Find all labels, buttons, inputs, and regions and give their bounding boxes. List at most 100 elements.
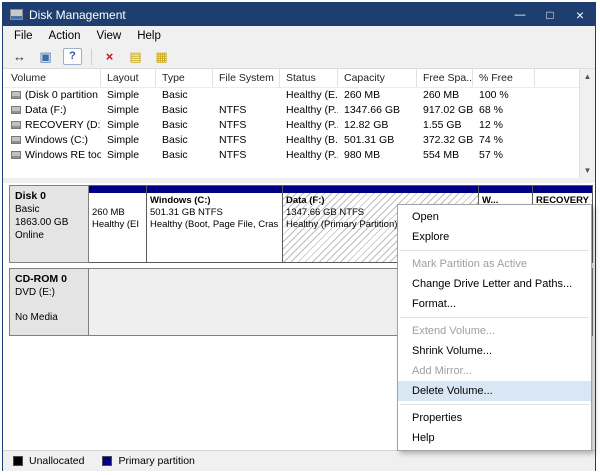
partition-size: 260 MB	[92, 207, 143, 219]
primary-partition-strip	[283, 186, 478, 193]
context-menu-add-mirror: Add Mirror...	[398, 361, 591, 381]
volume-file-system: NTFS	[213, 149, 280, 161]
volume-type: Basic	[156, 119, 213, 131]
context-menu-properties[interactable]: Properties	[398, 408, 591, 428]
volume-layout: Simple	[101, 104, 156, 116]
column-header-volume[interactable]: Volume	[3, 69, 101, 87]
volume-free-space: 1.55 GB	[417, 119, 473, 131]
help-icon[interactable]: ?	[63, 48, 82, 65]
volume-file-system: NTFS	[213, 104, 280, 116]
partition-efi[interactable]: 260 MB Healthy (EI	[89, 185, 147, 263]
volume-capacity: 980 MB	[338, 149, 417, 161]
volume-pct-free: 68 %	[473, 104, 535, 116]
disk-type: Basic	[15, 203, 83, 216]
volume-name: Data (F:)	[25, 104, 66, 116]
column-header-file-system[interactable]: File System	[213, 69, 280, 87]
volume-pct-free: 100 %	[473, 89, 535, 101]
column-header-capacity[interactable]: Capacity	[338, 69, 417, 87]
maximize-button[interactable]: □	[535, 3, 565, 26]
volume-icon	[11, 106, 21, 114]
volume-file-system: NTFS	[213, 119, 280, 131]
context-menu-extend-volume: Extend Volume...	[398, 321, 591, 341]
unallocated-swatch	[13, 456, 23, 466]
column-header-pct-free[interactable]: % Free	[473, 69, 535, 87]
context-menu: Open Explore Mark Partition as Active Ch…	[397, 204, 592, 451]
context-menu-format[interactable]: Format...	[398, 294, 591, 314]
volume-status: Healthy (B...	[280, 134, 338, 146]
volume-type: Basic	[156, 89, 213, 101]
open-folder-icon[interactable]: ▤	[127, 48, 144, 65]
properties-window-icon[interactable]: ▣	[37, 48, 54, 65]
table-row[interactable]: RECOVERY (D:) Simple Basic NTFS Healthy …	[3, 117, 580, 132]
partition-status: Healthy (EI	[92, 219, 143, 231]
volume-file-system: NTFS	[213, 134, 280, 146]
volume-name: Windows RE tools	[25, 149, 101, 161]
column-header-status[interactable]: Status	[280, 69, 338, 87]
volume-name: Windows (C:)	[25, 134, 88, 146]
volume-type: Basic	[156, 134, 213, 146]
primary-partition-strip	[533, 186, 592, 193]
volume-layout: Simple	[101, 119, 156, 131]
toolbar-separator	[91, 49, 92, 65]
partition-status: Healthy (Boot, Page File, Cras	[150, 219, 279, 231]
table-row[interactable]: (Disk 0 partition 1) Simple Basic Health…	[3, 87, 580, 102]
column-header-filler	[535, 69, 580, 87]
volume-layout: Simple	[101, 149, 156, 161]
menubar: File Action View Help	[3, 26, 595, 45]
volume-free-space: 372.32 GB	[417, 134, 473, 146]
table-row[interactable]: Windows (C:) Simple Basic NTFS Healthy (…	[3, 132, 580, 147]
volume-icon	[11, 136, 21, 144]
context-menu-explore[interactable]: Explore	[398, 227, 591, 247]
primary-partition-swatch	[102, 456, 112, 466]
context-menu-open[interactable]: Open	[398, 207, 591, 227]
menu-separator	[400, 317, 589, 318]
volume-status: Healthy (E...	[280, 89, 338, 101]
volume-status: Healthy (P...	[280, 104, 338, 116]
cd-rom-drive: DVD (E:)	[15, 286, 83, 299]
primary-partition-strip	[89, 186, 146, 193]
context-menu-delete-volume[interactable]: Delete Volume...	[398, 381, 591, 401]
disk-0-info-panel[interactable]: Disk 0 Basic 1863.00 GB Online	[9, 185, 89, 263]
primary-partition-strip	[147, 186, 282, 193]
partition-title	[92, 195, 143, 207]
scroll-up-icon[interactable]: ▲	[580, 69, 595, 84]
menu-help[interactable]: Help	[129, 28, 169, 44]
column-header-layout[interactable]: Layout	[101, 69, 156, 87]
titlebar: Disk Management — □ ×	[3, 3, 595, 26]
back-forward-icon[interactable]: ↔	[11, 48, 28, 65]
disk-status: Online	[15, 229, 83, 242]
context-menu-shrink-volume[interactable]: Shrink Volume...	[398, 341, 591, 361]
context-menu-change-drive-letter[interactable]: Change Drive Letter and Paths...	[398, 274, 591, 294]
views-icon[interactable]: ▦	[153, 48, 170, 65]
volume-pct-free: 57 %	[473, 149, 535, 161]
volume-type: Basic	[156, 149, 213, 161]
volume-name: (Disk 0 partition 1)	[25, 89, 101, 101]
cd-rom-status: No Media	[15, 311, 83, 324]
menu-view[interactable]: View	[89, 28, 130, 44]
column-header-free-space[interactable]: Free Spa...	[417, 69, 473, 87]
cd-rom-info-panel[interactable]: CD-ROM 0 DVD (E:) No Media	[9, 268, 89, 336]
context-menu-help[interactable]: Help	[398, 428, 591, 448]
minimize-button[interactable]: —	[505, 3, 535, 26]
partition-size: 501.31 GB NTFS	[150, 207, 279, 219]
toolbar: ↔ ▣ ? × ▤ ▦	[3, 45, 595, 69]
volume-name: RECOVERY (D:)	[25, 119, 101, 131]
menu-action[interactable]: Action	[41, 28, 89, 44]
volume-pct-free: 12 %	[473, 119, 535, 131]
menu-separator	[400, 250, 589, 251]
volume-status: Healthy (P...	[280, 119, 338, 131]
column-header-type[interactable]: Type	[156, 69, 213, 87]
disk-size: 1863.00 GB	[15, 216, 83, 229]
partition-windows-c[interactable]: Windows (C:) 501.31 GB NTFS Healthy (Boo…	[147, 185, 283, 263]
window-title: Disk Management	[29, 8, 126, 22]
disk-management-window: Disk Management — □ × File Action View H…	[2, 2, 596, 471]
vertical-scrollbar[interactable]: ▲ ▼	[579, 69, 595, 178]
table-row[interactable]: Windows RE tools Simple Basic NTFS Healt…	[3, 147, 580, 162]
delete-action-icon[interactable]: ×	[101, 48, 118, 65]
table-row[interactable]: Data (F:) Simple Basic NTFS Healthy (P..…	[3, 102, 580, 117]
close-button[interactable]: ×	[565, 3, 595, 26]
volume-type: Basic	[156, 104, 213, 116]
scroll-down-icon[interactable]: ▼	[580, 163, 595, 178]
window-controls: — □ ×	[505, 3, 595, 26]
menu-file[interactable]: File	[6, 28, 41, 44]
